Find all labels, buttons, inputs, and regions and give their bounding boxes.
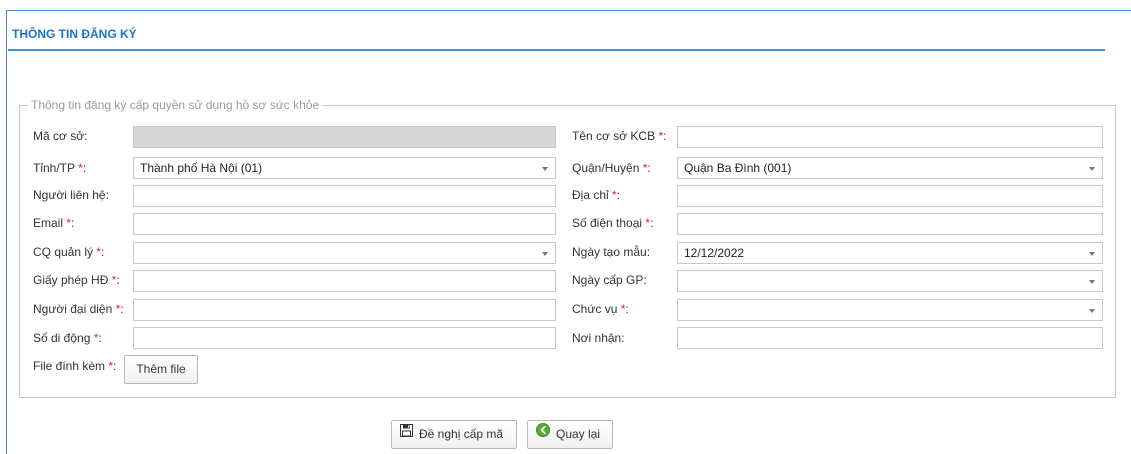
chevron-down-icon — [1089, 280, 1095, 284]
chuc-vu-select[interactable] — [677, 299, 1103, 321]
section-header: THÔNG TIN ĐĂNG KÝ — [8, 22, 1105, 51]
tinh-tp-select[interactable]: Thành phố Hà Nội (01) — [133, 157, 556, 179]
tinh-tp-label: Tỉnh/TP *: — [33, 161, 87, 175]
nguoi-lien-he-label: Người liên hệ: — [33, 188, 109, 202]
add-file-button[interactable]: Thêm file — [124, 355, 198, 384]
cq-quan-ly-label: CQ quản lý *: — [33, 245, 105, 259]
email-field[interactable] — [133, 213, 556, 235]
fieldset-legend: Thông tin đăng ký cấp quyền sử dụng hồ s… — [28, 98, 323, 112]
file-dinh-kem-label: File đính kèm *: — [33, 359, 117, 373]
email-label: Email *: — [33, 216, 75, 230]
chevron-down-icon — [1089, 309, 1095, 313]
nguoi-lien-he-field[interactable] — [133, 185, 556, 207]
so-di-dong-label: Số di động *: — [33, 331, 102, 345]
chuc-vu-label: Chức vụ *: — [572, 302, 629, 316]
chevron-down-icon — [542, 167, 548, 171]
so-dien-thoai-label: Số điện thoại *: — [572, 216, 654, 230]
quan-huyen-value: Quận Ba Đình (001) — [684, 161, 792, 175]
ma-co-so-label: Mã cơ sở: — [33, 129, 88, 143]
noi-nhan-label: Nơi nhận: — [572, 331, 625, 345]
dia-chi-field[interactable] — [677, 185, 1103, 207]
back-button[interactable]: Quay lại — [527, 420, 613, 449]
ten-co-so-label: Tên cơ sở KCB *: — [572, 129, 667, 143]
page-title: THÔNG TIN ĐĂNG KÝ — [12, 27, 137, 41]
quan-huyen-select[interactable]: Quận Ba Đình (001) — [677, 157, 1103, 179]
cq-quan-ly-select[interactable] — [133, 242, 556, 264]
quan-huyen-label: Quận/Huyện *: — [572, 161, 651, 175]
back-arrow-circle-icon — [536, 420, 550, 447]
giay-phep-hd-label: Giấy phép HĐ *: — [33, 273, 120, 287]
submit-request-button[interactable]: Đề nghị cấp mã — [391, 420, 517, 449]
so-dien-thoai-field[interactable] — [677, 213, 1103, 235]
ngay-cap-gp-label: Ngày cấp GP: — [572, 273, 647, 287]
chevron-down-icon — [1089, 252, 1095, 256]
noi-nhan-field[interactable] — [677, 327, 1103, 349]
nguoi-dai-dien-field[interactable] — [133, 299, 556, 321]
ten-co-so-field[interactable] — [677, 126, 1103, 148]
ma-co-so-field — [133, 126, 556, 148]
ngay-tao-mau-picker[interactable]: 12/12/2022 — [677, 242, 1103, 264]
ngay-cap-gp-picker[interactable] — [677, 270, 1103, 292]
ngay-tao-mau-label: Ngày tạo mẫu: — [572, 245, 651, 259]
back-label: Quay lại — [556, 427, 601, 441]
tinh-tp-value: Thành phố Hà Nội (01) — [140, 161, 263, 175]
ngay-tao-mau-value: 12/12/2022 — [684, 246, 745, 260]
nguoi-dai-dien-label: Người đại diện *: — [33, 302, 124, 316]
dia-chi-label: Địa chỉ *: — [572, 188, 621, 202]
chevron-down-icon — [542, 252, 548, 256]
submit-request-label: Đề nghị cấp mã — [419, 427, 504, 441]
giay-phep-hd-field[interactable] — [133, 270, 556, 292]
chevron-down-icon — [1089, 167, 1095, 171]
so-di-dong-field[interactable] — [133, 327, 556, 349]
floppy-disk-icon — [400, 420, 413, 447]
